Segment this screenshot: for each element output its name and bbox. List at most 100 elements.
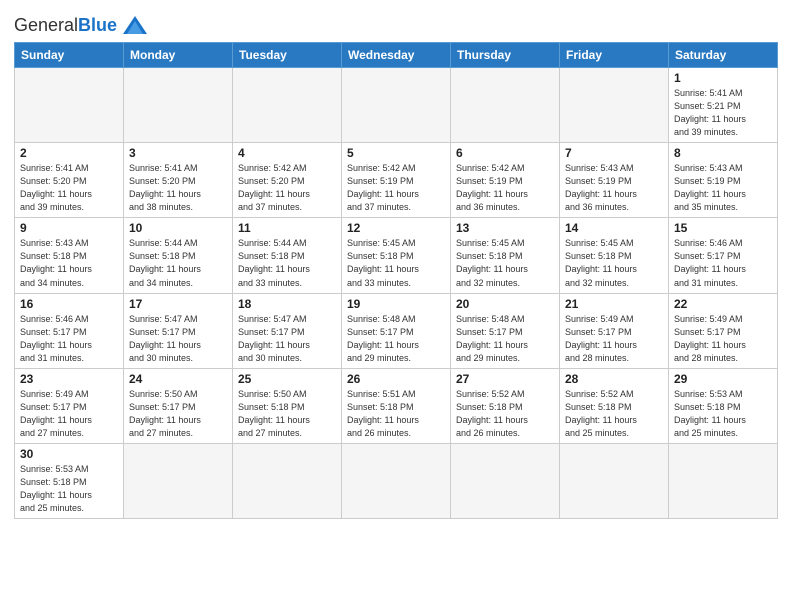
page: GeneralBlue SundayMondayTuesdayWednesday… [0,0,792,612]
day-info: Sunrise: 5:46 AMSunset: 5:17 PMDaylight:… [20,313,118,365]
calendar-cell: 17 Sunrise: 5:47 AMSunset: 5:17 PMDayligh… [124,293,233,368]
day-info: Sunrise: 5:48 AMSunset: 5:17 PMDaylight:… [456,313,554,365]
logo-icon [121,14,149,36]
calendar-week-row: 30Sunrise: 5:53 AMSunset: 5:18 PMDayligh… [15,443,778,518]
day-info: Sunrise: 5:42 AMSunset: 5:19 PMDaylight:… [347,162,445,214]
day-info: Sunrise: 5:49 AMSunset: 5:17 PMDaylight:… [674,313,772,365]
day-info: Sunrise: 5:43 AMSunset: 5:19 PMDaylight:… [565,162,663,214]
calendar-cell: 27 Sunrise: 5:52 AMSunset: 5:18 PMDayligh… [451,368,560,443]
day-info: Sunrise: 5:46 AMSunset: 5:17 PMDaylight:… [674,237,772,289]
calendar-cell: 16 Sunrise: 5:46 AMSunset: 5:17 PMDayligh… [15,293,124,368]
day-info: Sunrise: 5:45 AMSunset: 5:18 PMDaylight:… [456,237,554,289]
day-number: 13 [456,221,554,235]
header: GeneralBlue [14,10,778,36]
calendar-cell [451,443,560,518]
day-number: 1 [674,71,772,85]
day-number: 6 [456,146,554,160]
day-number: 24 [129,372,227,386]
calendar-cell: 23Sunrise: 5:49 AMSunset: 5:17 PMDayligh… [15,368,124,443]
calendar-cell [233,443,342,518]
day-info: Sunrise: 5:53 AMSunset: 5:18 PMDaylight:… [674,388,772,440]
calendar-cell [15,68,124,143]
weekday-header-thursday: Thursday [451,43,560,68]
day-number: 11 [238,221,336,235]
day-info: Sunrise: 5:47 AMSunset: 5:17 PMDaylight:… [129,313,227,365]
calendar-cell: 30Sunrise: 5:53 AMSunset: 5:18 PMDayligh… [15,443,124,518]
day-info: Sunrise: 5:47 AMSunset: 5:17 PMDaylight:… [238,313,336,365]
calendar-cell: 3 Sunrise: 5:41 AMSunset: 5:20 PMDaylight… [124,143,233,218]
weekday-header-sunday: Sunday [15,43,124,68]
day-number: 9 [20,221,118,235]
calendar-cell: 26Sunrise: 5:51 AMSunset: 5:18 PMDayligh… [342,368,451,443]
calendar-cell [342,443,451,518]
calendar-cell: 2 Sunrise: 5:41 AMSunset: 5:20 PMDaylight… [15,143,124,218]
calendar-week-row: 1 Sunrise: 5:41 AMSunset: 5:21 PMDaylight… [15,68,778,143]
calendar-cell [233,68,342,143]
day-number: 25 [238,372,336,386]
calendar-cell [560,68,669,143]
weekday-header-saturday: Saturday [669,43,778,68]
calendar-cell: 24 Sunrise: 5:50 AMSunset: 5:17 PMDayligh… [124,368,233,443]
day-number: 27 [456,372,554,386]
day-number: 16 [20,297,118,311]
day-number: 4 [238,146,336,160]
day-info: Sunrise: 5:44 AMSunset: 5:18 PMDaylight:… [238,237,336,289]
logo-text: GeneralBlue [14,15,117,36]
calendar-cell [451,68,560,143]
day-number: 3 [129,146,227,160]
day-number: 30 [20,447,118,461]
day-info: Sunrise: 5:41 AMSunset: 5:20 PMDaylight:… [129,162,227,214]
day-number: 28 [565,372,663,386]
day-number: 19 [347,297,445,311]
day-info: Sunrise: 5:44 AMSunset: 5:18 PMDaylight:… [129,237,227,289]
day-number: 12 [347,221,445,235]
calendar-cell: 5Sunrise: 5:42 AMSunset: 5:19 PMDaylight… [342,143,451,218]
day-info: Sunrise: 5:41 AMSunset: 5:21 PMDaylight:… [674,87,772,139]
calendar-cell: 14Sunrise: 5:45 AMSunset: 5:18 PMDayligh… [560,218,669,293]
calendar-cell: 12Sunrise: 5:45 AMSunset: 5:18 PMDayligh… [342,218,451,293]
calendar-cell: 21Sunrise: 5:49 AMSunset: 5:17 PMDayligh… [560,293,669,368]
day-info: Sunrise: 5:42 AMSunset: 5:20 PMDaylight:… [238,162,336,214]
calendar-cell: 6 Sunrise: 5:42 AMSunset: 5:19 PMDaylight… [451,143,560,218]
calendar-cell [124,68,233,143]
calendar-cell: 19Sunrise: 5:48 AMSunset: 5:17 PMDayligh… [342,293,451,368]
day-number: 22 [674,297,772,311]
day-number: 20 [456,297,554,311]
calendar-cell: 22 Sunrise: 5:49 AMSunset: 5:17 PMDayligh… [669,293,778,368]
day-info: Sunrise: 5:50 AMSunset: 5:17 PMDaylight:… [129,388,227,440]
day-info: Sunrise: 5:43 AMSunset: 5:19 PMDaylight:… [674,162,772,214]
calendar-cell: 1 Sunrise: 5:41 AMSunset: 5:21 PMDaylight… [669,68,778,143]
weekday-header-monday: Monday [124,43,233,68]
day-number: 8 [674,146,772,160]
day-number: 17 [129,297,227,311]
calendar-table: SundayMondayTuesdayWednesdayThursdayFrid… [14,42,778,519]
calendar-cell: 25 Sunrise: 5:50 AMSunset: 5:18 PMDayligh… [233,368,342,443]
day-info: Sunrise: 5:52 AMSunset: 5:18 PMDaylight:… [565,388,663,440]
day-info: Sunrise: 5:42 AMSunset: 5:19 PMDaylight:… [456,162,554,214]
day-info: Sunrise: 5:52 AMSunset: 5:18 PMDaylight:… [456,388,554,440]
day-number: 26 [347,372,445,386]
calendar-cell [342,68,451,143]
weekday-header-row: SundayMondayTuesdayWednesdayThursdayFrid… [15,43,778,68]
day-info: Sunrise: 5:43 AMSunset: 5:18 PMDaylight:… [20,237,118,289]
day-info: Sunrise: 5:50 AMSunset: 5:18 PMDaylight:… [238,388,336,440]
calendar-cell: 11 Sunrise: 5:44 AMSunset: 5:18 PMDayligh… [233,218,342,293]
calendar-cell [124,443,233,518]
day-info: Sunrise: 5:49 AMSunset: 5:17 PMDaylight:… [565,313,663,365]
day-number: 2 [20,146,118,160]
calendar-week-row: 9 Sunrise: 5:43 AMSunset: 5:18 PMDaylight… [15,218,778,293]
day-number: 7 [565,146,663,160]
day-info: Sunrise: 5:49 AMSunset: 5:17 PMDaylight:… [20,388,118,440]
calendar-week-row: 16 Sunrise: 5:46 AMSunset: 5:17 PMDayligh… [15,293,778,368]
calendar-cell: 28 Sunrise: 5:52 AMSunset: 5:18 PMDayligh… [560,368,669,443]
calendar-cell: 8 Sunrise: 5:43 AMSunset: 5:19 PMDaylight… [669,143,778,218]
calendar-cell: 18Sunrise: 5:47 AMSunset: 5:17 PMDayligh… [233,293,342,368]
calendar-cell: 10Sunrise: 5:44 AMSunset: 5:18 PMDayligh… [124,218,233,293]
weekday-header-friday: Friday [560,43,669,68]
logo: GeneralBlue [14,14,149,36]
calendar-cell: 20 Sunrise: 5:48 AMSunset: 5:17 PMDayligh… [451,293,560,368]
calendar-cell: 29Sunrise: 5:53 AMSunset: 5:18 PMDayligh… [669,368,778,443]
calendar-cell: 7 Sunrise: 5:43 AMSunset: 5:19 PMDaylight… [560,143,669,218]
calendar-cell: 9 Sunrise: 5:43 AMSunset: 5:18 PMDaylight… [15,218,124,293]
day-info: Sunrise: 5:41 AMSunset: 5:20 PMDaylight:… [20,162,118,214]
